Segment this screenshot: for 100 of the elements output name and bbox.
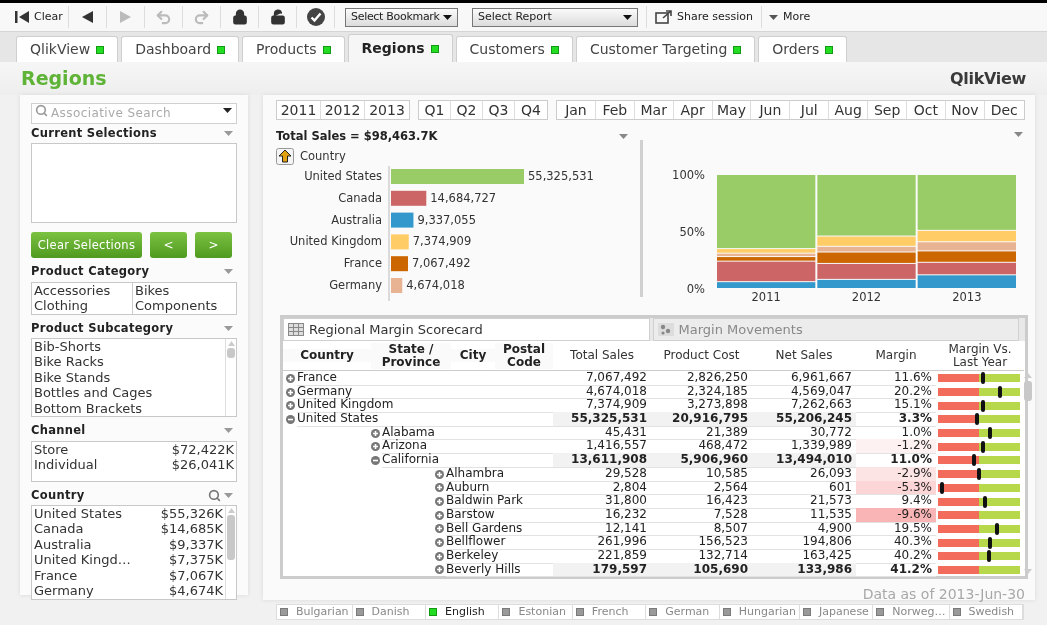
list-item[interactable]: Bikes [133,282,236,298]
column-header[interactable]: Net Sales [752,349,856,362]
expand-icon[interactable] [435,510,444,520]
list-item[interactable]: Canada $14,685K [32,521,225,537]
report-dropdown[interactable]: Select Report [472,7,638,27]
language-tab[interactable]: German [646,605,720,619]
expand-icon[interactable] [435,524,444,534]
caret-icon [224,131,233,137]
expand-icon[interactable] [435,551,444,561]
column-header[interactable]: Postal Code [495,342,553,369]
table-cell: 10,585 [651,466,752,482]
expand-icon[interactable] [286,373,295,383]
list-item[interactable]: United States $55,326K [32,505,225,522]
list-item[interactable]: United Kingd… $7,375K [32,552,225,568]
expand-icon[interactable] [371,442,380,452]
period-button[interactable]: Feb [595,101,635,119]
period-button[interactable]: Q2 [451,101,483,119]
collapse-icon[interactable] [286,414,295,424]
expand-icon[interactable] [435,483,444,493]
sheet-tab[interactable]: Customers [455,36,573,62]
margin-cell: 20.2% [856,384,936,400]
list-item[interactable]: Components [133,298,236,314]
column-header[interactable]: Country [283,349,371,362]
language-tab[interactable]: French [572,605,647,619]
language-tab[interactable]: Swedish [949,605,1023,619]
redo-icon [193,8,210,26]
more-menu[interactable]: More [761,5,818,29]
list-item[interactable]: Bottom Brackets [32,400,225,417]
search-icon [208,488,221,502]
list-item[interactable]: Bike Stands [32,369,225,386]
list-item[interactable]: France $7,067K [32,567,225,584]
language-tab[interactable]: Hungarian [719,605,800,619]
column-header[interactable]: Margin [856,349,936,362]
period-button[interactable]: Q1 [419,101,451,119]
sheet-tab[interactable]: Products [242,36,345,62]
sheet-tab[interactable]: Customer Targeting [575,36,756,62]
scroll-thumb[interactable] [227,514,235,560]
language-tab[interactable]: English [426,605,500,619]
list-item[interactable]: Bike Racks [32,354,225,370]
scrollbar[interactable] [225,505,236,599]
collapse-icon[interactable] [371,455,380,465]
list-item[interactable]: Clothing [32,298,133,314]
language-tab[interactable]: Bulgarian [277,605,353,619]
period-button[interactable]: Aug [829,101,869,119]
period-button[interactable]: Sep [868,101,907,119]
search-field[interactable]: Associative Search [31,102,237,124]
table-icon [288,323,304,336]
period-button[interactable]: 2011 [277,101,321,119]
list-item[interactable]: Accessories [32,282,133,298]
period-button[interactable]: Jan [557,101,596,119]
list-item[interactable]: Australia $9,337K [32,536,225,553]
status-icon [550,45,559,54]
period-button[interactable]: Mar [634,101,674,119]
clear-button[interactable]: Clear [10,5,68,29]
column-header[interactable]: State / Province [371,342,451,369]
period-button[interactable]: Q3 [483,101,515,119]
container-tab[interactable]: Regional Margin Scorecard [283,318,650,341]
period-button[interactable]: 2012 [321,101,365,119]
expand-icon[interactable] [435,538,444,548]
period-button[interactable]: Jul [790,101,830,119]
column-header[interactable]: Margin Vs. Last Year [936,342,1024,369]
expand-icon[interactable] [371,428,380,438]
expand-icon[interactable] [435,565,444,575]
column-header[interactable]: City [451,349,495,362]
expand-icon[interactable] [435,497,444,507]
period-button[interactable]: Apr [673,101,713,119]
period-button[interactable]: 2013 [365,101,409,119]
period-button[interactable]: May [712,101,752,119]
column-header[interactable]: Product Cost [651,349,752,362]
language-tab[interactable]: Japanese [799,605,874,619]
list-item[interactable]: Bottles and Cages [32,385,225,401]
language-tab[interactable]: Danish [352,605,426,619]
column-header[interactable]: Total Sales [553,349,651,362]
list-item[interactable]: Store $72,422K [32,441,236,457]
list-item[interactable]: Germany $4,674K [32,583,225,599]
margin-cell: 40.3% [856,535,936,550]
share-session-button[interactable]: Share session [647,5,761,29]
period-button[interactable]: Q4 [515,101,547,119]
sheet-tab[interactable]: Orders [758,36,848,62]
scrollbar[interactable] [225,338,236,417]
drill-up-icon[interactable] [276,148,294,166]
expand-icon[interactable] [286,387,295,397]
sheet-tab[interactable]: Regions [347,34,453,62]
tree-label: Berkeley [446,548,553,564]
sheet-tab[interactable]: QlikView [16,36,119,62]
status-icon [217,45,226,54]
list-item[interactable]: Bib-Shorts [32,338,225,355]
scroll-thumb[interactable] [227,347,235,358]
period-button[interactable]: Nov [945,101,985,119]
period-button[interactable]: Jun [751,101,791,119]
expand-icon[interactable] [435,469,444,479]
expand-icon[interactable] [286,401,295,411]
language-tab[interactable]: Norweg… [873,605,950,619]
period-button[interactable]: Dec [984,101,1024,119]
sheet-tab[interactable]: Dashboard [121,36,240,62]
bookmark-dropdown[interactable]: Select Bookmark [345,7,458,27]
language-tab[interactable]: Estonian [499,605,573,619]
period-button[interactable]: Oct [907,101,946,119]
scroll-thumb[interactable] [1024,381,1032,401]
list-item[interactable]: Individual $26,041K [32,457,236,473]
